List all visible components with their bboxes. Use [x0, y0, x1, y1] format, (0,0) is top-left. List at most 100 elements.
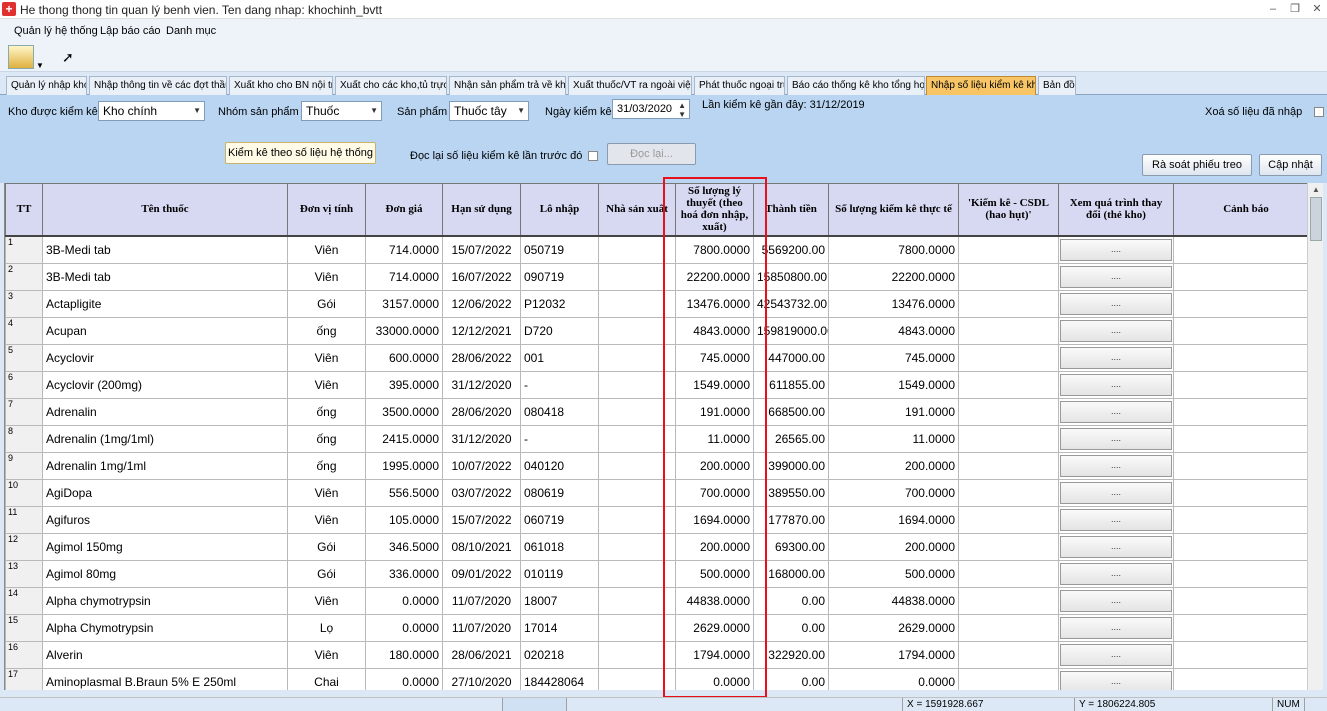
xoa-checkbox[interactable]	[1314, 107, 1324, 117]
cell-so-luong-thuc-te[interactable]: 1694.0000	[828, 505, 959, 534]
cell-so-luong-ly-thuyet[interactable]: 1549.0000	[675, 370, 754, 399]
cell-han-su-dung[interactable]: 11/07/2020	[442, 613, 521, 642]
cell-don-vi-tinh[interactable]: ống	[287, 316, 366, 345]
cell-lo-nhap[interactable]: 18007	[520, 586, 599, 615]
tab-xuat-thuoc-ngoai-vien[interactable]: Xuất thuốc/VT ra ngoài viện	[568, 76, 692, 95]
cell-tt[interactable]: 11	[5, 505, 43, 534]
tab-nhap-thong-tin-dot-thau[interactable]: Nhập thông tin về các đợt thầu	[89, 76, 227, 95]
cell-xem-the-kho[interactable]: ....	[1058, 397, 1174, 426]
kho-select[interactable]: Kho chính ▼	[98, 101, 205, 121]
cell-han-su-dung[interactable]: 09/01/2022	[442, 559, 521, 588]
cell-so-luong-thuc-te[interactable]: 191.0000	[828, 397, 959, 426]
cell-so-luong-ly-thuyet[interactable]: 13476.0000	[675, 289, 754, 318]
cell-xem-the-kho[interactable]: ....	[1058, 262, 1174, 291]
cell-canh-bao[interactable]	[1173, 532, 1307, 561]
cell-nha-san-xuat[interactable]	[598, 478, 676, 507]
cell-don-gia[interactable]: 714.0000	[365, 262, 443, 291]
cell-tt[interactable]: 1	[5, 235, 43, 264]
cell-xem-the-kho[interactable]: ....	[1058, 343, 1174, 372]
cell-don-gia[interactable]: 346.5000	[365, 532, 443, 561]
tab-xuat-kho-tu-truc[interactable]: Xuất cho các kho,tủ trực	[335, 76, 447, 95]
col-xem-the-kho[interactable]: Xem quá trình thay đổi (thẻ kho)	[1058, 183, 1174, 237]
cell-so-luong-thuc-te[interactable]: 22200.0000	[828, 262, 959, 291]
cell-lo-nhap[interactable]: D720	[520, 316, 599, 345]
cell-canh-bao[interactable]	[1173, 262, 1307, 291]
cell-don-vi-tinh[interactable]: ống	[287, 397, 366, 426]
cell-thanh-tien[interactable]: 15850800.00	[753, 262, 829, 291]
cell-so-luong-thuc-te[interactable]: 13476.0000	[828, 289, 959, 318]
cell-don-gia[interactable]: 395.0000	[365, 370, 443, 399]
cell-han-su-dung[interactable]: 11/07/2020	[442, 586, 521, 615]
table-row[interactable]: 11 Agifuros Viên 105.0000 15/07/2022 060719 16…	[5, 505, 1307, 534]
spin-icon[interactable]: ▲ ▼	[678, 101, 686, 119]
menu-lap-bao-cao[interactable]: Lập báo cáo	[100, 25, 161, 37]
cell-so-luong-thuc-te[interactable]: 4843.0000	[828, 316, 959, 345]
cell-han-su-dung[interactable]: 16/07/2022	[442, 262, 521, 291]
cell-xem-the-kho[interactable]: ....	[1058, 316, 1174, 345]
col-nha-san-xuat[interactable]: Nhà sản xuất	[598, 183, 676, 237]
tab-xuat-kho-bn-noi-tru[interactable]: Xuất kho cho BN nội trú	[229, 76, 333, 95]
cell-lo-nhap[interactable]: -	[520, 370, 599, 399]
table-row[interactable]: 16 Alverin Viên 180.0000 28/06/2021 020218 179…	[5, 640, 1307, 669]
cell-tt[interactable]: 5	[5, 343, 43, 372]
cell-han-su-dung[interactable]: 08/10/2021	[442, 532, 521, 561]
the-kho-button[interactable]: ....	[1060, 562, 1172, 585]
cell-lo-nhap[interactable]: 020218	[520, 640, 599, 669]
tab-nhap-so-lieu-kiem-ke[interactable]: Nhập số liệu kiểm kê kho	[926, 76, 1036, 95]
cell-xem-the-kho[interactable]: ....	[1058, 235, 1174, 264]
cell-lo-nhap[interactable]: 080619	[520, 478, 599, 507]
cell-ten-thuoc[interactable]: Aminoplasmal B.Braun 5% E 250ml	[42, 667, 288, 690]
table-row[interactable]: 2 3B-Medi tab Viên 714.0000 16/07/2022 090719…	[5, 262, 1307, 291]
cell-kiem-ke-csdl[interactable]	[958, 262, 1059, 291]
cell-don-gia[interactable]: 3157.0000	[365, 289, 443, 318]
cell-tt[interactable]: 10	[5, 478, 43, 507]
chevron-down-icon[interactable]: ▼	[36, 46, 44, 70]
cell-canh-bao[interactable]	[1173, 316, 1307, 345]
cell-don-gia[interactable]: 714.0000	[365, 235, 443, 264]
cell-xem-the-kho[interactable]: ....	[1058, 559, 1174, 588]
cell-lo-nhap[interactable]: 061018	[520, 532, 599, 561]
cell-don-vi-tinh[interactable]: Gói	[287, 532, 366, 561]
cell-don-vi-tinh[interactable]: ống	[287, 451, 366, 480]
cell-lo-nhap[interactable]: 040120	[520, 451, 599, 480]
cell-xem-the-kho[interactable]: ....	[1058, 424, 1174, 453]
cell-don-gia[interactable]: 336.0000	[365, 559, 443, 588]
maximize-icon[interactable]: ❐	[1284, 1, 1306, 17]
cell-tt[interactable]: 2	[5, 262, 43, 291]
cell-lo-nhap[interactable]: 17014	[520, 613, 599, 642]
cell-so-luong-ly-thuyet[interactable]: 745.0000	[675, 343, 754, 372]
cell-tt[interactable]: 14	[5, 586, 43, 615]
ra-soat-phieu-treo-button[interactable]: Rà soát phiếu treo	[1142, 154, 1252, 176]
cell-don-vi-tinh[interactable]: Viên	[287, 262, 366, 291]
menu-quan-ly-he-thong[interactable]: Quản lý hệ thống	[14, 25, 98, 37]
cell-lo-nhap[interactable]: 050719	[520, 235, 599, 264]
table-row[interactable]: 3 Actapligite Gói 3157.0000 12/06/2022 P12032…	[5, 289, 1307, 318]
table-row[interactable]: 5 Acyclovir Viên 600.0000 28/06/2022 001 745.0…	[5, 343, 1307, 372]
cell-xem-the-kho[interactable]: ....	[1058, 613, 1174, 642]
cell-tt[interactable]: 12	[5, 532, 43, 561]
cell-ten-thuoc[interactable]: 3B-Medi tab	[42, 235, 288, 264]
cell-lo-nhap[interactable]: 060719	[520, 505, 599, 534]
cell-han-su-dung[interactable]: 12/12/2021	[442, 316, 521, 345]
cell-lo-nhap[interactable]: 010119	[520, 559, 599, 588]
cell-don-vi-tinh[interactable]: Viên	[287, 478, 366, 507]
cell-canh-bao[interactable]	[1173, 667, 1307, 690]
cell-kiem-ke-csdl[interactable]	[958, 532, 1059, 561]
cell-xem-the-kho[interactable]: ....	[1058, 289, 1174, 318]
the-kho-button[interactable]: ....	[1060, 616, 1172, 639]
cell-xem-the-kho[interactable]: ....	[1058, 370, 1174, 399]
cell-so-luong-ly-thuyet[interactable]: 7800.0000	[675, 235, 754, 264]
cell-so-luong-ly-thuyet[interactable]: 191.0000	[675, 397, 754, 426]
cell-thanh-tien[interactable]: 69300.00	[753, 532, 829, 561]
cell-don-gia[interactable]: 600.0000	[365, 343, 443, 372]
cell-thanh-tien[interactable]: 42543732.00	[753, 289, 829, 318]
cell-ten-thuoc[interactable]: AgiDopa	[42, 478, 288, 507]
cell-thanh-tien[interactable]: 26565.00	[753, 424, 829, 453]
cell-canh-bao[interactable]	[1173, 478, 1307, 507]
cell-don-vi-tinh[interactable]: Viên	[287, 640, 366, 669]
cell-ten-thuoc[interactable]: Alverin	[42, 640, 288, 669]
cell-tt[interactable]: 16	[5, 640, 43, 669]
cell-so-luong-ly-thuyet[interactable]: 200.0000	[675, 532, 754, 561]
cell-xem-the-kho[interactable]: ....	[1058, 478, 1174, 507]
cell-tt[interactable]: 6	[5, 370, 43, 399]
